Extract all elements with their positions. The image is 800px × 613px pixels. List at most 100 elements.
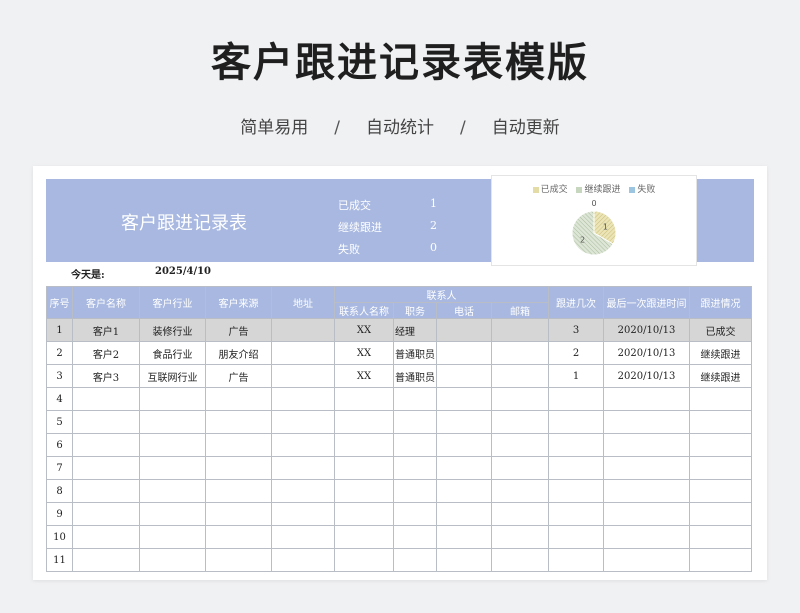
cell-seq[interactable]: 9: [46, 502, 73, 526]
cell-email[interactable]: [491, 318, 549, 342]
cell-contact-name[interactable]: [334, 479, 394, 503]
cell-seq[interactable]: 2: [46, 341, 73, 365]
cell-status[interactable]: [689, 479, 752, 503]
cell-last-date[interactable]: [603, 433, 690, 457]
cell-times[interactable]: [548, 502, 604, 526]
cell-name[interactable]: [72, 456, 140, 480]
cell-phone[interactable]: [436, 341, 492, 365]
cell-position[interactable]: [393, 410, 437, 434]
cell-position[interactable]: 普通职员: [393, 341, 437, 365]
cell-status[interactable]: 继续跟进: [689, 341, 752, 365]
cell-seq[interactable]: 5: [46, 410, 73, 434]
cell-contact-name[interactable]: [334, 456, 394, 480]
cell-phone[interactable]: [436, 548, 492, 572]
cell-last-date[interactable]: [603, 548, 690, 572]
cell-address[interactable]: [271, 318, 335, 342]
cell-industry[interactable]: [139, 410, 206, 434]
cell-last-date[interactable]: [603, 479, 690, 503]
cell-industry[interactable]: [139, 479, 206, 503]
cell-address[interactable]: [271, 502, 335, 526]
cell-position[interactable]: [393, 433, 437, 457]
cell-contact-name[interactable]: XX: [334, 341, 394, 365]
cell-name[interactable]: [72, 502, 140, 526]
cell-industry[interactable]: [139, 456, 206, 480]
cell-status[interactable]: [689, 525, 752, 549]
cell-email[interactable]: [491, 525, 549, 549]
cell-last-date[interactable]: [603, 387, 690, 411]
cell-industry[interactable]: [139, 548, 206, 572]
cell-source[interactable]: [205, 548, 272, 572]
cell-position[interactable]: [393, 456, 437, 480]
cell-industry[interactable]: [139, 525, 206, 549]
cell-email[interactable]: [491, 502, 549, 526]
cell-seq[interactable]: 3: [46, 364, 73, 388]
cell-status[interactable]: [689, 548, 752, 572]
cell-address[interactable]: [271, 341, 335, 365]
cell-position[interactable]: [393, 525, 437, 549]
cell-industry[interactable]: 互联网行业: [139, 364, 206, 388]
cell-times[interactable]: [548, 433, 604, 457]
cell-status[interactable]: [689, 502, 752, 526]
cell-last-date[interactable]: [603, 525, 690, 549]
cell-address[interactable]: [271, 525, 335, 549]
cell-position[interactable]: [393, 502, 437, 526]
cell-contact-name[interactable]: [334, 502, 394, 526]
cell-phone[interactable]: [436, 387, 492, 411]
cell-email[interactable]: [491, 387, 549, 411]
cell-address[interactable]: [271, 410, 335, 434]
cell-last-date[interactable]: [603, 502, 690, 526]
cell-source[interactable]: 广告: [205, 318, 272, 342]
cell-position[interactable]: 普通职员: [393, 364, 437, 388]
cell-source[interactable]: [205, 433, 272, 457]
cell-name[interactable]: [72, 479, 140, 503]
cell-name[interactable]: [72, 410, 140, 434]
cell-seq[interactable]: 8: [46, 479, 73, 503]
cell-source[interactable]: 朋友介绍: [205, 341, 272, 365]
cell-contact-name[interactable]: XX: [334, 318, 394, 342]
cell-name[interactable]: 客户3: [72, 364, 140, 388]
cell-name[interactable]: 客户2: [72, 341, 140, 365]
cell-name[interactable]: [72, 525, 140, 549]
cell-source[interactable]: [205, 410, 272, 434]
cell-phone[interactable]: [436, 410, 492, 434]
cell-status[interactable]: [689, 433, 752, 457]
cell-phone[interactable]: [436, 525, 492, 549]
cell-times[interactable]: [548, 548, 604, 572]
cell-status[interactable]: 已成交: [689, 318, 752, 342]
cell-email[interactable]: [491, 410, 549, 434]
cell-seq[interactable]: 1: [46, 318, 73, 342]
cell-address[interactable]: [271, 433, 335, 457]
cell-times[interactable]: [548, 387, 604, 411]
cell-source[interactable]: [205, 525, 272, 549]
cell-contact-name[interactable]: [334, 525, 394, 549]
cell-last-date[interactable]: [603, 410, 690, 434]
cell-seq[interactable]: 7: [46, 456, 73, 480]
cell-phone[interactable]: [436, 364, 492, 388]
cell-email[interactable]: [491, 341, 549, 365]
cell-source[interactable]: [205, 456, 272, 480]
cell-phone[interactable]: [436, 433, 492, 457]
cell-position[interactable]: [393, 479, 437, 503]
cell-name[interactable]: [72, 433, 140, 457]
cell-seq[interactable]: 4: [46, 387, 73, 411]
cell-times[interactable]: [548, 479, 604, 503]
cell-address[interactable]: [271, 387, 335, 411]
cell-last-date[interactable]: [603, 456, 690, 480]
cell-times[interactable]: 3: [548, 318, 604, 342]
cell-times[interactable]: 2: [548, 341, 604, 365]
cell-industry[interactable]: [139, 387, 206, 411]
cell-industry[interactable]: [139, 502, 206, 526]
cell-source[interactable]: [205, 502, 272, 526]
cell-address[interactable]: [271, 548, 335, 572]
cell-contact-name[interactable]: [334, 433, 394, 457]
cell-name[interactable]: 客户1: [72, 318, 140, 342]
cell-email[interactable]: [491, 456, 549, 480]
cell-position[interactable]: [393, 387, 437, 411]
cell-last-date[interactable]: 2020/10/13: [603, 318, 690, 342]
cell-address[interactable]: [271, 479, 335, 503]
cell-times[interactable]: [548, 525, 604, 549]
cell-seq[interactable]: 6: [46, 433, 73, 457]
cell-seq[interactable]: 10: [46, 525, 73, 549]
cell-seq[interactable]: 11: [46, 548, 73, 572]
cell-industry[interactable]: 装修行业: [139, 318, 206, 342]
